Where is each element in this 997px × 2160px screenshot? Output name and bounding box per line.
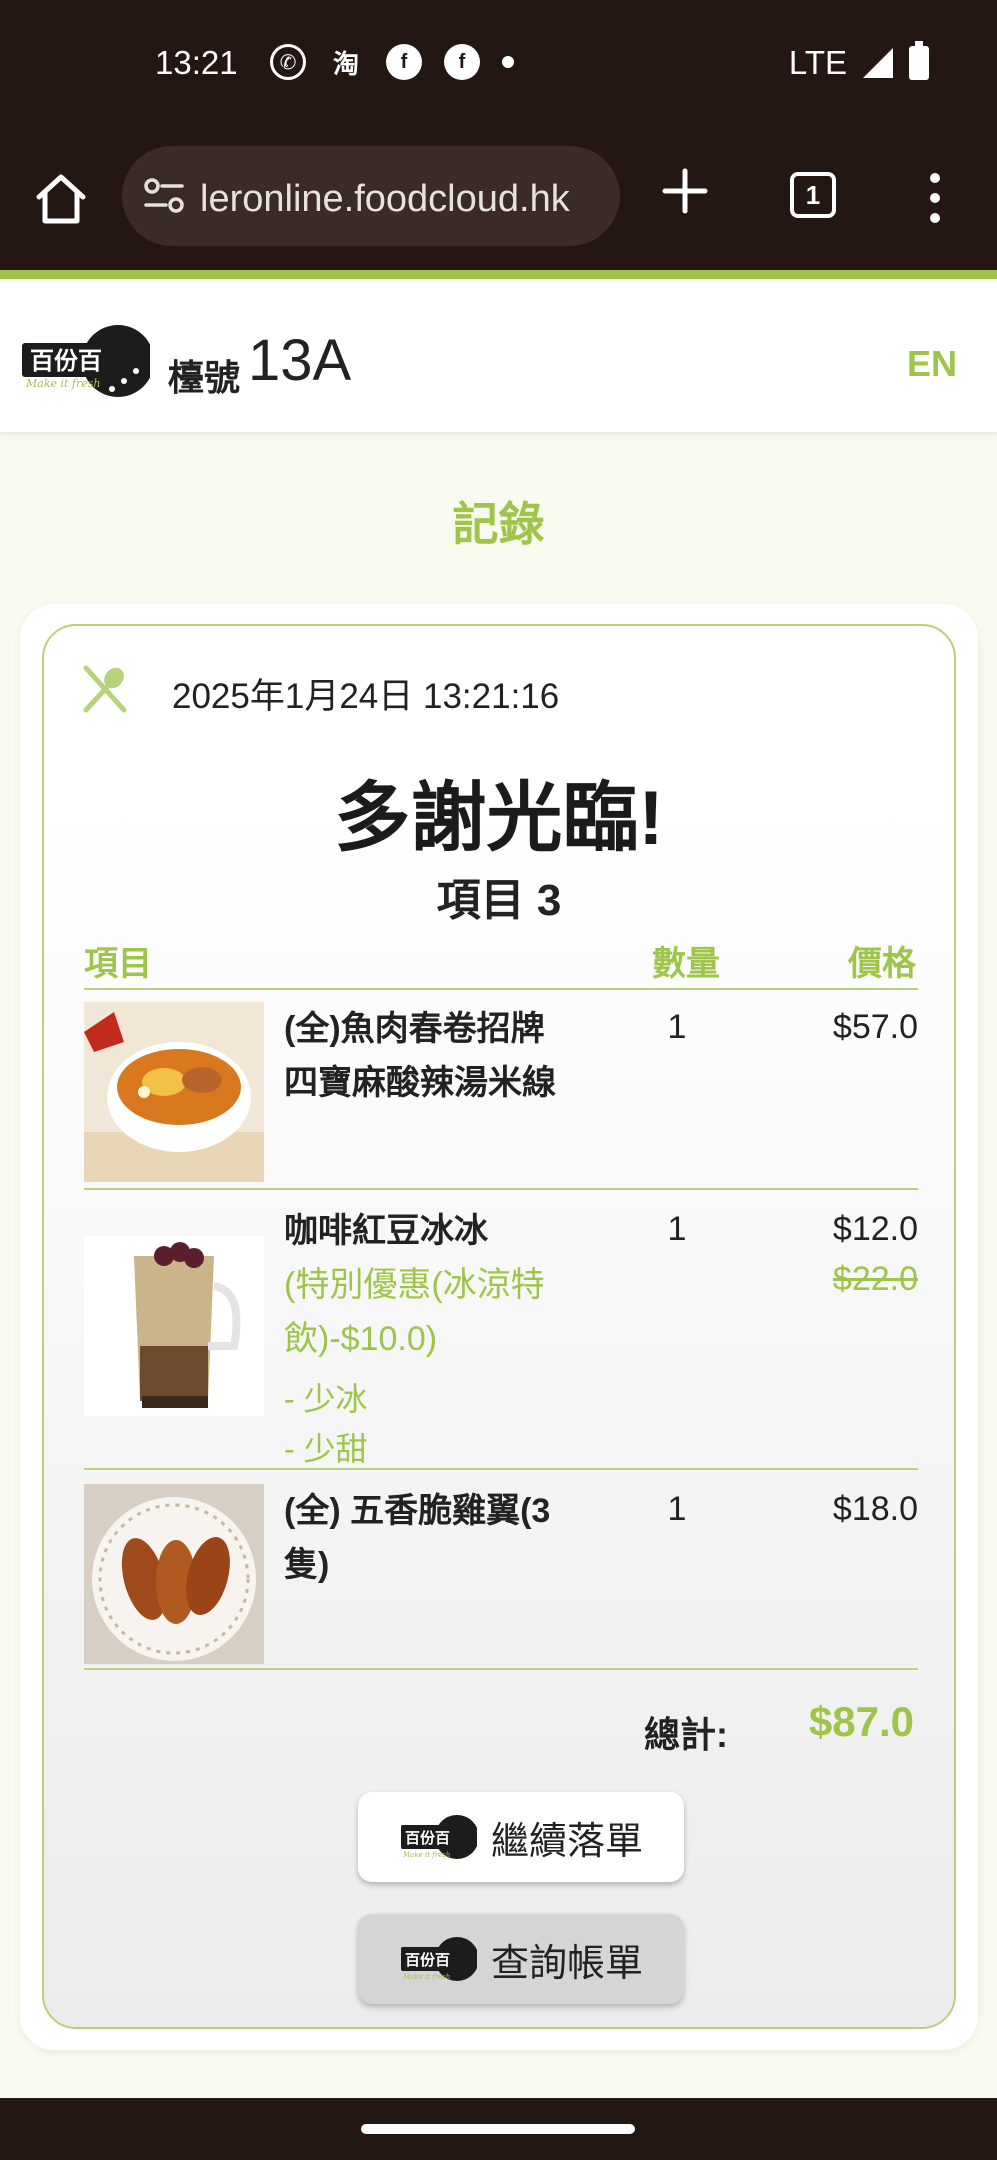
network-label: LTE [788,44,847,81]
order-item-row: (全)魚肉春卷招牌四寶麻酸辣湯米線 1 $57.0 [84,1002,918,1182]
item-photo [84,1236,264,1416]
item-original-price: $22.0 [832,1260,918,1298]
continue-order-label: 繼續落單 [490,1820,643,1863]
item-modifier: - 少甜 [284,1431,368,1467]
whatsapp-icon: ✆ [270,44,306,80]
item-name: (全) 五香脆雞翼(3隻) [284,1492,551,1584]
tab-switcher-button[interactable]: 1 [790,172,836,218]
notification-icons: ✆ 淘 f f [270,44,514,80]
item-qty: 1 [667,1210,687,1248]
total-label: 總計: [644,1714,728,1755]
gesture-handle[interactable] [361,2124,635,2134]
url-bar[interactable]: leronline.foodcloud.hk [122,146,620,246]
item-name: 咖啡紅豆冰冰 [284,1212,488,1250]
table-label: 檯號 [168,357,241,398]
taobao-icon: 淘 [332,48,359,79]
svg-text:Make it fresh: Make it fresh [25,377,101,390]
check-bill-label: 查詢帳單 [490,1942,643,1985]
column-header-price: 價格 [848,945,916,983]
utensils-icon [83,665,127,713]
order-item-row: (全) 五香脆雞翼(3隻) 1 $18.0 [84,1484,918,1664]
item-qty: 1 [667,1008,687,1046]
system-nav-bar [0,2098,997,2160]
divider [84,1188,918,1190]
facebook-icon: f [386,44,422,80]
signal-icon [863,48,893,78]
svg-text:百份百: 百份百 [30,347,102,375]
page-load-progress [0,270,997,279]
item-price: $18.0 [832,1490,918,1528]
column-header-qty: 數量 [652,945,720,983]
divider [84,988,918,990]
item-price: $12.0 [832,1210,918,1248]
page-title: 記錄 [452,498,545,550]
order-datetime: 2025年1月24日 13:21:16 [172,677,560,716]
order-item-row: 咖啡紅豆冰冰 (特別優惠(冰涼特飲)-$10.0) - 少冰 - 少甜 1 $1… [84,1204,918,1467]
brand-logo-icon: 百份百 Make it fresh [400,1815,477,1859]
status-right: LTE [788,41,929,82]
svg-text:Make it fresh: Make it fresh [402,1851,450,1859]
more-dot-icon [502,56,514,68]
column-header-item: 項目 [84,945,152,983]
item-qty: 1 [667,1490,687,1528]
more-menu-icon[interactable] [925,168,945,228]
table-number: 13A [248,328,352,393]
svg-text:百份百: 百份百 [405,1951,450,1969]
thanks-heading: 多謝光臨! [334,776,664,861]
svg-text:Make it fresh: Make it fresh [402,1973,450,1981]
status-bar: 13:21 ✆ 淘 f f LTE [0,0,997,130]
new-tab-icon[interactable] [660,166,710,216]
home-icon[interactable] [32,170,90,228]
app-header: 百份百 Make it fresh 檯號 13A EN [0,279,997,432]
item-modifier: - 少冰 [284,1381,368,1417]
divider [84,1668,918,1670]
divider [84,1468,918,1470]
item-count: 項目 3 [436,876,562,925]
status-time: 13:21 [155,44,238,81]
svg-text:百份百: 百份百 [405,1829,450,1847]
continue-order-button[interactable]: 百份百 Make it fresh 繼續落單 [358,1792,684,1882]
check-bill-button[interactable]: 百份百 Make it fresh 查詢帳單 [358,1914,684,2004]
item-photo [84,1484,264,1664]
battery-icon [909,41,929,80]
url-text: leronline.foodcloud.hk [200,178,570,220]
receipt-card: 2025年1月24日 13:21:16 多謝光臨! 項目 3 項目 數量 價格 [20,604,978,2050]
brand-logo: 百份百 Make it fresh [22,325,150,397]
browser-toolbar: leronline.foodcloud.hk 1 [0,130,997,270]
item-name: (全)魚肉春卷招牌四寶麻酸辣湯米線 [284,1010,556,1102]
item-price: $57.0 [832,1008,918,1046]
facebook-icon: f [444,44,480,80]
receipt-card-inner: 2025年1月24日 13:21:16 多謝光臨! 項目 3 項目 數量 價格 [42,624,956,2029]
item-option: (特別優惠(冰涼特飲)-$10.0) [284,1266,545,1358]
total-value: $87.0 [808,1698,914,1745]
brand-logo-icon: 百份百 Make it fresh [400,1937,477,1981]
item-photo [84,1002,264,1182]
site-settings-icon[interactable] [144,178,184,214]
language-toggle-button[interactable]: EN [907,343,957,385]
